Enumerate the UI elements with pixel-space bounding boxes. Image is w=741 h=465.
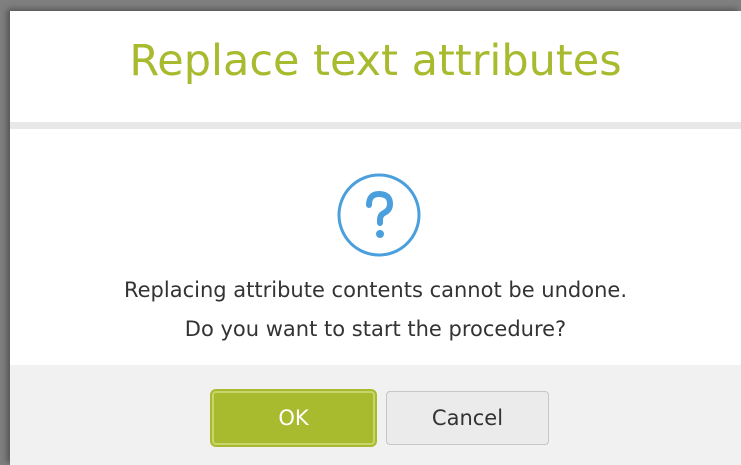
dialog-message-line-1: Replacing attribute contents cannot be u…: [123, 278, 627, 302]
cancel-button[interactable]: Cancel: [386, 391, 549, 445]
dialog-footer: OK Cancel: [10, 365, 741, 465]
replace-text-attributes-dialog: Replace text attributes Replacing attrib…: [10, 11, 741, 465]
ok-button[interactable]: OK: [212, 391, 375, 445]
dialog-header: Replace text attributes: [10, 11, 741, 122]
dialog-body: Replacing attribute contents cannot be u…: [10, 129, 741, 365]
question-icon: [337, 173, 421, 257]
header-separator: [10, 122, 741, 129]
dialog-title: Replace text attributes: [129, 36, 622, 86]
dialog-message-line-2: Do you want to start the procedure?: [184, 317, 567, 341]
